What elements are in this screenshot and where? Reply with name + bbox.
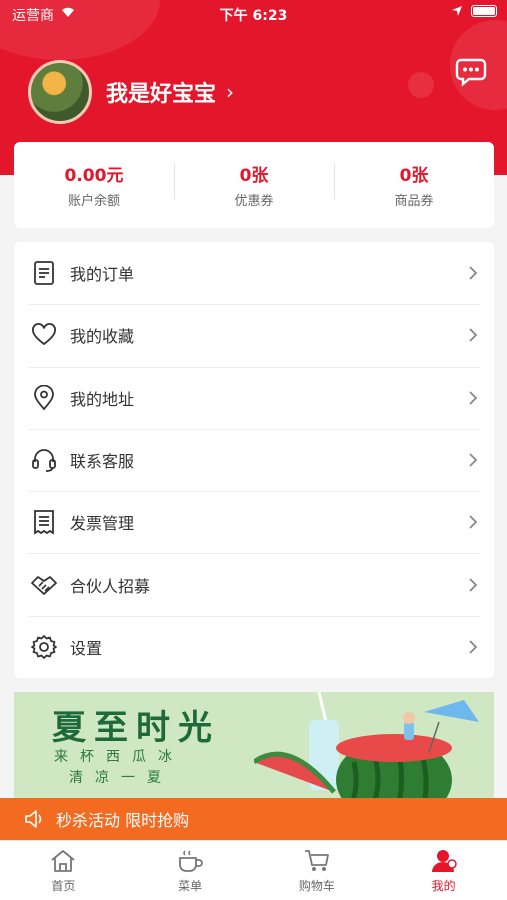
- location-arrow-icon: [452, 6, 462, 16]
- tab-profile[interactable]: 我的: [380, 841, 507, 900]
- order-icon: [30, 259, 58, 287]
- chevron-right-icon: [469, 391, 478, 405]
- menu-label: 我的地址: [70, 389, 135, 409]
- location-pin-icon: [30, 384, 58, 412]
- status-bar: 运营商 下午 6:23: [0, 0, 507, 28]
- menu-item-orders[interactable]: 我的订单: [14, 242, 494, 304]
- menu-item-favorites[interactable]: 我的收藏: [14, 304, 494, 366]
- flash-sale-text: 秒杀活动 限时抢购: [56, 811, 190, 830]
- menu-item-partner-recruitment[interactable]: 合伙人招募: [14, 553, 494, 615]
- avatar[interactable]: [28, 60, 92, 124]
- chevron-right-icon: [469, 577, 478, 592]
- headset-icon: [30, 446, 58, 474]
- banner-subtitle-2: 清凉一夏: [69, 770, 173, 786]
- flash-sale-bar[interactable]: 秒杀活动 限时抢购: [0, 798, 507, 840]
- tab-menu[interactable]: 菜单: [127, 841, 254, 900]
- bottom-tab-bar: 首页 菜单 购物车 我的: [0, 840, 507, 900]
- clock-label: 下午 6:23: [219, 8, 288, 24]
- menu-label: 设置: [70, 638, 103, 658]
- cart-icon: [304, 849, 329, 871]
- chevron-right-icon: [469, 328, 478, 343]
- heart-icon: [30, 321, 58, 349]
- invoice-icon: [30, 508, 58, 536]
- account-stats-card: 0.00元 账户余额 0张 优惠券 0张 商品券: [14, 142, 494, 228]
- menu-label: 我的订单: [70, 265, 135, 285]
- gear-icon: [30, 633, 58, 661]
- username[interactable]: 我是好宝宝: [106, 76, 216, 108]
- handshake-icon: [30, 571, 58, 599]
- banner-title: 夏至时光: [52, 708, 220, 748]
- menu-list: 我的订单 我的收藏 我的地址 联系客服 发票管理 合伙人招募 设置: [14, 242, 494, 678]
- menu-item-settings[interactable]: 设置: [14, 615, 494, 678]
- menu-label: 合伙人招募: [70, 576, 151, 596]
- wifi-icon: [62, 7, 74, 17]
- chevron-right-icon: ›: [226, 80, 235, 104]
- voucher-label: 商品券: [394, 194, 434, 209]
- stat-balance[interactable]: 0.00元 账户余额: [14, 161, 174, 209]
- speaker-icon: [25, 810, 42, 828]
- menu-label: 发票管理: [70, 514, 135, 534]
- chevron-right-icon: [469, 515, 478, 529]
- coffee-cup-icon: [179, 849, 203, 872]
- balance-label: 账户余额: [67, 194, 120, 209]
- tab-cart[interactable]: 购物车: [254, 841, 381, 900]
- tab-label: 购物车: [298, 878, 335, 893]
- user-icon: [431, 849, 457, 872]
- stat-coupons[interactable]: 0张 优惠券: [174, 161, 334, 209]
- profile-header[interactable]: 我是好宝宝 ›: [28, 60, 234, 124]
- menu-label: 我的收藏: [70, 327, 135, 347]
- chevron-right-icon: [469, 453, 478, 467]
- battery-icon: [471, 5, 497, 17]
- coupon-label: 优惠券: [234, 194, 274, 209]
- home-icon: [51, 849, 75, 872]
- menu-item-address[interactable]: 我的地址: [14, 366, 494, 429]
- menu-label: 联系客服: [70, 452, 135, 472]
- chevron-right-icon: [469, 640, 478, 654]
- stat-product-vouchers[interactable]: 0张 商品券: [334, 161, 494, 209]
- watermelon-illustration: [254, 692, 479, 802]
- coupon-value: 0张: [239, 166, 269, 186]
- voucher-value: 0张: [399, 166, 429, 186]
- banner-subtitle: 来杯西瓜冰: [54, 749, 184, 765]
- tab-label: 菜单: [178, 878, 203, 893]
- tab-label: 首页: [51, 878, 76, 893]
- chevron-right-icon: [469, 266, 478, 280]
- promo-banner[interactable]: 夏至时光 来杯西瓜冰 清凉一夏: [14, 692, 494, 802]
- menu-item-customer-service[interactable]: 联系客服: [14, 428, 494, 491]
- message-icon[interactable]: [455, 57, 487, 87]
- menu-item-invoices[interactable]: 发票管理: [14, 491, 494, 553]
- tab-label: 我的: [431, 878, 456, 893]
- tab-home[interactable]: 首页: [0, 841, 127, 900]
- balance-value: 0.00元: [64, 166, 124, 186]
